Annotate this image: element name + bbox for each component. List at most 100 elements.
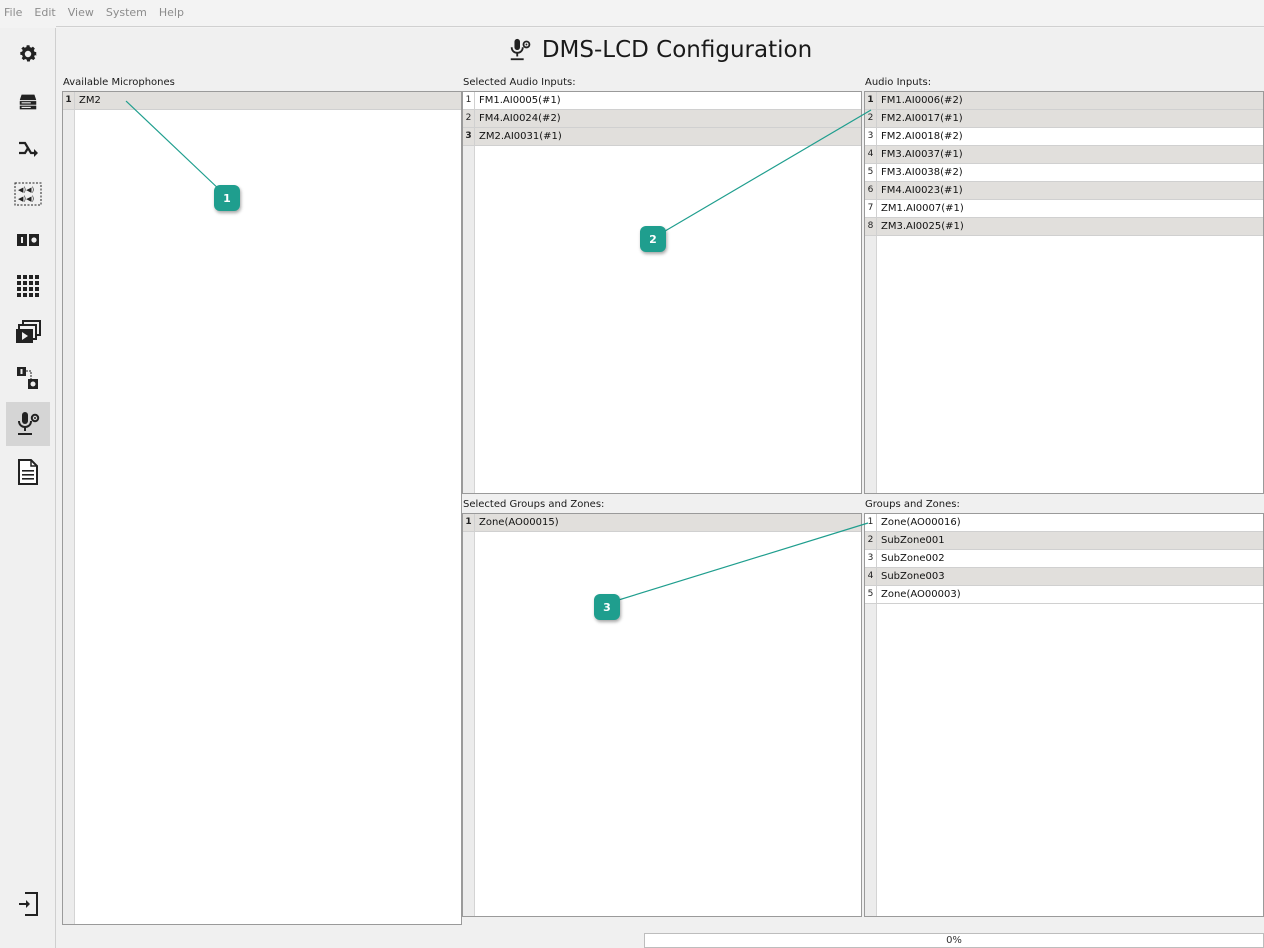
row-number: 4 [865,568,877,585]
sidebar-item-microphone-config[interactable] [6,402,50,446]
sidebar-item-routing[interactable] [6,126,50,170]
sidebar-item-link-devices[interactable] [6,356,50,400]
available-microphones-list[interactable]: 1 ZM2 [62,91,462,925]
list-item[interactable]: 2 SubZone001 [865,532,1263,550]
row-text: ZM2 [79,95,101,106]
row-text: SubZone003 [881,571,945,582]
matrix-icon [17,275,39,297]
row-text: Zone(AO00003) [881,589,961,600]
row-gutter [463,92,475,493]
available-microphones-label: Available Microphones [63,77,175,88]
progress-text: 0% [946,935,962,946]
row-number: 2 [865,110,877,127]
selected-audio-inputs-label: Selected Audio Inputs: [463,77,576,88]
selected-groups-zones-list[interactable]: 1 Zone(AO00015) [462,513,862,917]
list-item[interactable]: 5 Zone(AO00003) [865,586,1263,604]
groups-zones-list[interactable]: 1 Zone(AO00016) 2 SubZone001 3 SubZone00… [864,513,1264,917]
link-devices-icon [17,367,38,389]
row-text: FM3.AI0038(#2) [881,167,963,178]
row-number: 2 [463,110,475,127]
row-number: 1 [463,92,475,109]
sidebar-item-speakers[interactable]: ◀)◀) ◀)◀) [6,172,50,216]
list-item[interactable]: 3 SubZone002 [865,550,1263,568]
sidebar-item-logout[interactable] [6,882,50,926]
row-text: ZM2.AI0031(#1) [479,131,562,142]
row-text: ZM1.AI0007(#1) [881,203,964,214]
list-item[interactable]: 2 FM2.AI0017(#1) [865,110,1263,128]
selected-groups-zones-label: Selected Groups and Zones: [463,499,605,510]
row-number: 3 [463,128,475,145]
row-text: Zone(AO00016) [881,517,961,528]
menu-system[interactable]: System [104,0,151,19]
microphone-config-icon [18,412,40,435]
sidebar-item-io[interactable] [6,218,50,262]
logout-icon [19,892,38,916]
list-item[interactable]: 7 ZM1.AI0007(#1) [865,200,1263,218]
server-icon [19,94,37,110]
list-item[interactable]: 1 Zone(AO00015) [463,514,861,532]
selected-audio-inputs-list[interactable]: 1 FM1.AI0005(#1) 2 FM4.AI0024(#2) 3 ZM2.… [462,91,862,494]
row-text: FM4.AI0023(#1) [881,185,963,196]
sidebar: ◀)◀) ◀)◀) [0,28,56,948]
audio-inputs-label: Audio Inputs: [865,77,932,88]
gear-icon [20,45,37,62]
row-number: 7 [865,200,877,217]
list-item[interactable]: 5 FM3.AI0038(#2) [865,164,1263,182]
sidebar-item-report[interactable] [6,450,50,494]
row-number: 2 [865,532,877,549]
row-text: FM3.AI0037(#1) [881,149,963,160]
menu-bar: File Edit View System Help [0,0,1264,28]
list-item[interactable]: 8 ZM3.AI0025(#1) [865,218,1263,236]
list-item[interactable]: 4 FM3.AI0037(#1) [865,146,1263,164]
list-item[interactable]: 6 FM4.AI0023(#1) [865,182,1263,200]
list-item[interactable]: 1 ZM2 [63,92,461,110]
row-number: 5 [865,586,877,603]
row-number: 1 [865,514,877,531]
list-item[interactable]: 3 FM2.AI0018(#2) [865,128,1263,146]
sidebar-item-playlist[interactable] [6,310,50,354]
menu-help[interactable]: Help [157,0,188,19]
row-number: 6 [865,182,877,199]
audio-inputs-list[interactable]: 1 FM1.AI0006(#2) 2 FM2.AI0017(#1) 3 FM2.… [864,91,1264,494]
row-gutter [63,92,75,924]
svg-text:◀)◀): ◀)◀) [18,186,34,194]
row-number: 3 [865,550,877,567]
row-number: 5 [865,164,877,181]
list-item[interactable]: 4 SubZone003 [865,568,1263,586]
row-number: 4 [865,146,877,163]
row-text: FM2.AI0017(#1) [881,113,963,124]
list-item[interactable]: 2 FM4.AI0024(#2) [463,110,861,128]
menu-file[interactable]: File [2,0,26,19]
sidebar-item-devices[interactable] [6,80,50,124]
row-text: FM1.AI0005(#1) [479,95,561,106]
row-text: SubZone001 [881,535,945,546]
row-number: 1 [63,92,75,109]
callout-1: 1 [214,185,240,211]
row-number: 3 [865,128,877,145]
row-number: 8 [865,218,877,235]
svg-text:◀)◀): ◀)◀) [18,195,34,203]
microphone-config-icon [510,38,531,61]
callout-3: 3 [594,594,620,620]
routing-icon [19,141,38,157]
progress-bar: 0% [644,933,1264,948]
document-icon [18,459,38,485]
sidebar-item-matrix[interactable] [6,264,50,308]
row-number: 1 [463,514,475,531]
list-item[interactable]: 1 FM1.AI0006(#2) [865,92,1263,110]
row-text: ZM3.AI0025(#1) [881,221,964,232]
page-title: DMS-LCD Configuration [541,37,813,63]
row-text: SubZone002 [881,553,945,564]
playlist-icon [16,320,41,343]
menu-view[interactable]: View [66,0,98,19]
callout-2: 2 [640,226,666,252]
list-item[interactable]: 3 ZM2.AI0031(#1) [463,128,861,146]
groups-zones-label: Groups and Zones: [865,499,960,510]
list-item[interactable]: 1 FM1.AI0005(#1) [463,92,861,110]
list-item[interactable]: 1 Zone(AO00016) [865,514,1263,532]
sidebar-item-settings[interactable] [6,32,50,76]
row-number: 1 [865,92,877,109]
speakers-grid-icon: ◀)◀) ◀)◀) [14,182,42,206]
row-text: FM1.AI0006(#2) [881,95,963,106]
menu-edit[interactable]: Edit [32,0,59,19]
